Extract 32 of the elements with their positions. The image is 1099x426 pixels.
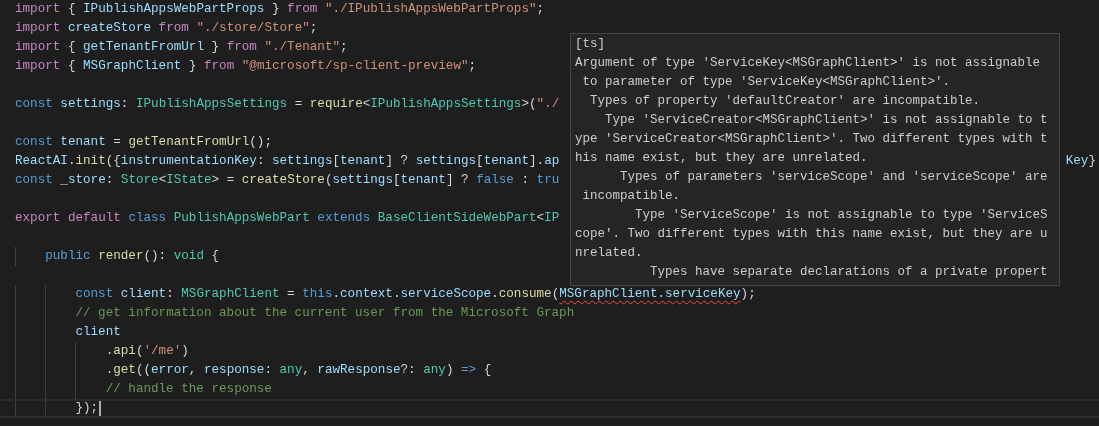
tooltip-line: his name exist, but they are unrelated. — [575, 150, 869, 167]
tooltip-line: Type 'ServiceCreator<MSGraphClient>' is not assignable to t — [604, 112, 1049, 129]
code-line: .api('/me') — [105, 343, 189, 360]
code-line: const settings: IPublishAppsSettings = require<IPublishAppsSettings>("./ — [15, 96, 560, 113]
code-line: export default class PublishAppsWebPart extends BaseClientSideWebPart<IP — [15, 210, 560, 227]
tooltip-line: Type 'ServiceScope' is not assignable to type 'ServiceS — [634, 207, 1049, 224]
code-fragment: Key} — [1065, 153, 1097, 170]
text-cursor — [99, 401, 102, 416]
code-line: const client: MSGraphClient = this.context.serviceScope.consume(MSGraphClient.serviceKey); — [75, 286, 756, 303]
code-line: import { IPublishAppsWebPartProps } from "./IPublishAppsWebPartProps"; — [15, 1, 545, 18]
code-line: ReactAI.init({instrumentationKey: settings[tenant] ? settings[tenant].ap — [15, 153, 560, 170]
tooltip-line: cope'. Two different types with this name exist, but they are u — [575, 226, 1049, 243]
tooltip-line: to parameter of type 'ServiceKey<MSGraphClient>'. — [581, 74, 952, 91]
tooltip-line: nrelated. — [575, 245, 644, 262]
code-line: // get information about the current user from the Microsoft Graph — [75, 305, 575, 322]
code-line: import createStore from "./store/Store"; — [15, 20, 318, 37]
code-line: public render(): void { — [45, 248, 220, 265]
tooltip-line: Types of property 'defaultCreator' are incompatible. — [589, 93, 982, 110]
code-line: .get((error, response: any, rawResponse?: any) => { — [105, 362, 492, 379]
code-line: import { MSGraphClient } from "@microsoft/sp-client-preview"; — [15, 58, 477, 75]
tooltip-line: Argument of type 'ServiceKey<MSGraphClient>' is not assignable — [575, 55, 1042, 72]
code-line: const _store: Store<IState> = createStore(settings[tenant] ? false : tru — [15, 172, 560, 189]
tooltip-line: Types have separate declarations of a private propert — [649, 264, 1049, 281]
code-line: }); — [75, 401, 99, 416]
code-line: client — [75, 324, 121, 341]
tooltip-line: ype 'ServiceCreator<MSGraphClient>'. Two different types with t — [575, 131, 1049, 148]
tooltip-line: Types of parameters 'serviceScope' and 'serviceScope' are — [619, 169, 1049, 186]
code-line: const tenant = getTenantFromUrl(); — [15, 134, 272, 151]
tooltip-line: [ts] — [575, 36, 606, 53]
code-line: import { getTenantFromUrl } from "./Tenant"; — [15, 39, 348, 56]
tooltip-line: incompatible. — [581, 188, 682, 205]
code-line: // handle the response — [105, 381, 272, 398]
